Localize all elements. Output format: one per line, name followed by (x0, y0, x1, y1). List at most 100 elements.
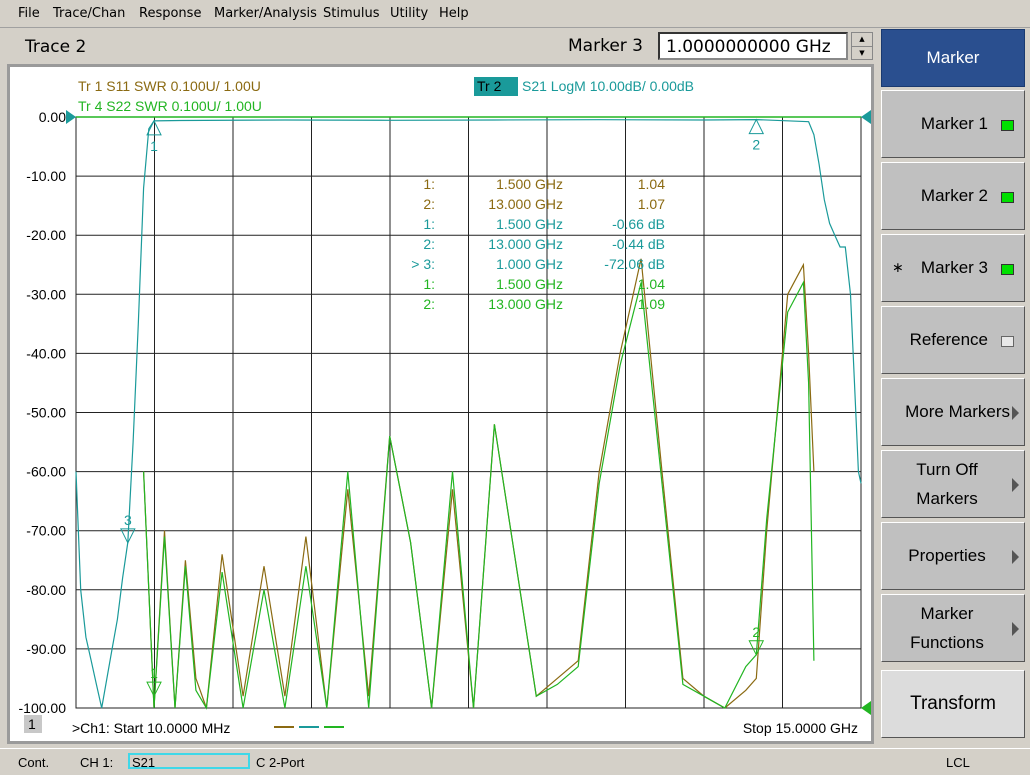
menu-trace-chan[interactable]: Trace/Chan (53, 6, 125, 21)
softkey-label-2: Functions (910, 633, 984, 652)
softkey-label: Turn Off (916, 460, 978, 479)
marker-readout-frequency: 1.500 GHz (496, 276, 563, 292)
softkey-label: Properties (908, 546, 986, 565)
marker-3-label: 3 (124, 512, 132, 528)
marker-readout-frequency: 13.000 GHz (488, 236, 563, 252)
cal-status: C 2-Port (256, 755, 305, 770)
marker-readout-table: 1: 1.500 GHz 1.04 2: 13.000 GHz 1.07 1: 1.500 G… (411, 176, 665, 312)
y-tick-labels: 0.00 -10.00 -20.00 -30.00 -40.00 -50.00 -60.00… (19, 109, 67, 716)
softkey-menu-title: Marker (881, 29, 1025, 87)
reference-level-arrow-icon (66, 110, 76, 124)
trace-4-label[interactable]: Tr 4 S22 SWR 0.100U/ 1.00U (78, 98, 262, 114)
softkey-label: Marker 2 (920, 186, 988, 205)
softkey-label: More Markers (905, 402, 1010, 421)
sweep-mode: Cont. (18, 755, 50, 770)
marker-2-label: 2 (752, 624, 760, 640)
led-on-icon (1001, 264, 1014, 275)
marker-readout-num: 1: (423, 176, 435, 192)
softkey-marker-1[interactable]: Marker 1 (881, 90, 1025, 158)
submenu-arrow-icon (1012, 622, 1019, 636)
entry-toolbar: Trace 2 Marker 3 1.0000000000 GHz ▲ ▼ (8, 28, 876, 64)
softkey-label: Marker (920, 604, 974, 623)
spin-up-icon[interactable]: ▲ (852, 33, 872, 47)
softkey-properties[interactable]: Properties (881, 522, 1025, 590)
active-trace-title: Trace 2 (25, 37, 87, 57)
marker-frequency-input[interactable]: 1.0000000000 GHz (658, 32, 848, 60)
menu-utility[interactable]: Utility (390, 6, 428, 21)
softkey-reference[interactable]: Reference (881, 306, 1025, 374)
softkey-more-markers[interactable]: More Markers (881, 378, 1025, 446)
marker-readout-value: -0.44 dB (612, 236, 665, 252)
reference-level-arrow-icon (861, 110, 871, 124)
trace-2-badge[interactable]: Tr 2 (477, 78, 502, 94)
status-channel: CH 1: (80, 755, 114, 770)
y-tick-label: -20.00 (26, 227, 66, 243)
marker-readout-frequency: 1.500 GHz (496, 216, 563, 232)
remote-status: LCL (946, 755, 970, 770)
stop-frequency[interactable]: Stop 15.0000 GHz (743, 720, 858, 736)
marker-readout-num: 1: (423, 276, 435, 292)
softkey-marker-functions[interactable]: Marker Functions (881, 594, 1025, 662)
softkey-label-2: Markers (916, 489, 978, 508)
y-tick-label: -80.00 (26, 582, 66, 598)
softkey-marker-3[interactable]: ∗ Marker 3 (881, 234, 1025, 302)
submenu-arrow-icon (1012, 478, 1019, 492)
marker-2-icon (748, 118, 765, 135)
submenu-arrow-icon (1012, 406, 1019, 420)
marker-readout-value: 1.04 (638, 176, 665, 192)
chart-window: 0.00 -10.00 -20.00 -30.00 -40.00 -50.00 -60.00… (7, 64, 874, 744)
channel-number: 1 (28, 716, 36, 732)
y-tick-label: 0.00 (39, 109, 66, 125)
softkey-label: Reference (909, 330, 988, 349)
active-sparam: S21 (132, 755, 156, 770)
marker-2-label: 2 (752, 137, 760, 153)
marker-entry-label: Marker 3 (568, 36, 643, 56)
marker-readout-num: 2: (423, 236, 435, 252)
softkey-marker-2[interactable]: Marker 2 (881, 162, 1025, 230)
marker-readout-value: 1.07 (638, 196, 665, 212)
softkey-turn-off-markers[interactable]: Turn Off Markers (881, 450, 1025, 518)
trace-1-label[interactable]: Tr 1 S11 SWR 0.100U/ 1.00U (78, 78, 261, 94)
softkey-label: Marker 1 (920, 114, 988, 133)
menu-stimulus[interactable]: Stimulus (323, 6, 380, 21)
marker-readout-num: > 3: (411, 256, 435, 272)
y-tick-label: -90.00 (26, 641, 66, 657)
menu-file[interactable]: File (18, 6, 40, 21)
softkey-transform[interactable]: Transform (881, 670, 1025, 738)
menu-help[interactable]: Help (439, 6, 469, 21)
marker-readout-value: -0.66 dB (612, 216, 665, 232)
marker-readout-num: 2: (423, 196, 435, 212)
softkey-label: Marker (926, 48, 980, 67)
start-frequency[interactable]: >Ch1: Start 10.0000 MHz (72, 720, 230, 736)
active-asterisk-icon: ∗ (892, 259, 904, 275)
menu-response[interactable]: Response (139, 6, 201, 21)
led-off-icon (1001, 336, 1014, 347)
trace-2-label[interactable]: S21 LogM 10.00dB/ 0.00dB (522, 78, 694, 94)
softkey-label: Transform (910, 693, 996, 714)
status-bar: Cont. CH 1: S21 C 2-Port LCL (0, 748, 1030, 775)
marker-readout-value: 1.09 (638, 296, 665, 312)
y-tick-label: -70.00 (26, 523, 66, 539)
menu-bar: File Trace/Chan Response Marker/Analysis… (0, 0, 1030, 28)
marker-readout-value: -72.06 dB (604, 256, 665, 272)
submenu-arrow-icon (1012, 550, 1019, 564)
marker-readout-frequency: 13.000 GHz (488, 196, 563, 212)
trace-plot[interactable]: 0.00 -10.00 -20.00 -30.00 -40.00 -50.00 -60.00… (10, 67, 871, 741)
spin-down-icon[interactable]: ▼ (852, 47, 872, 60)
led-on-icon (1001, 120, 1014, 131)
marker-readout-frequency: 1.500 GHz (496, 176, 563, 192)
y-tick-label: -40.00 (26, 345, 66, 361)
marker-1-label: 1 (150, 138, 158, 154)
y-tick-label: -100.00 (19, 700, 67, 716)
menu-marker-analysis[interactable]: Marker/Analysis (214, 6, 317, 21)
marker-readout-num: 1: (423, 216, 435, 232)
marker-readout-num: 2: (423, 296, 435, 312)
y-tick-label: -10.00 (26, 168, 66, 184)
marker-frequency-spinner[interactable]: ▲ ▼ (851, 32, 873, 60)
trace-s22 (143, 280, 815, 710)
led-on-icon (1001, 192, 1014, 203)
marker-readout-frequency: 1.000 GHz (496, 256, 563, 272)
y-tick-label: -50.00 (26, 405, 66, 421)
reference-level-arrow-icon (861, 701, 871, 715)
marker-readout-value: 1.04 (638, 276, 665, 292)
